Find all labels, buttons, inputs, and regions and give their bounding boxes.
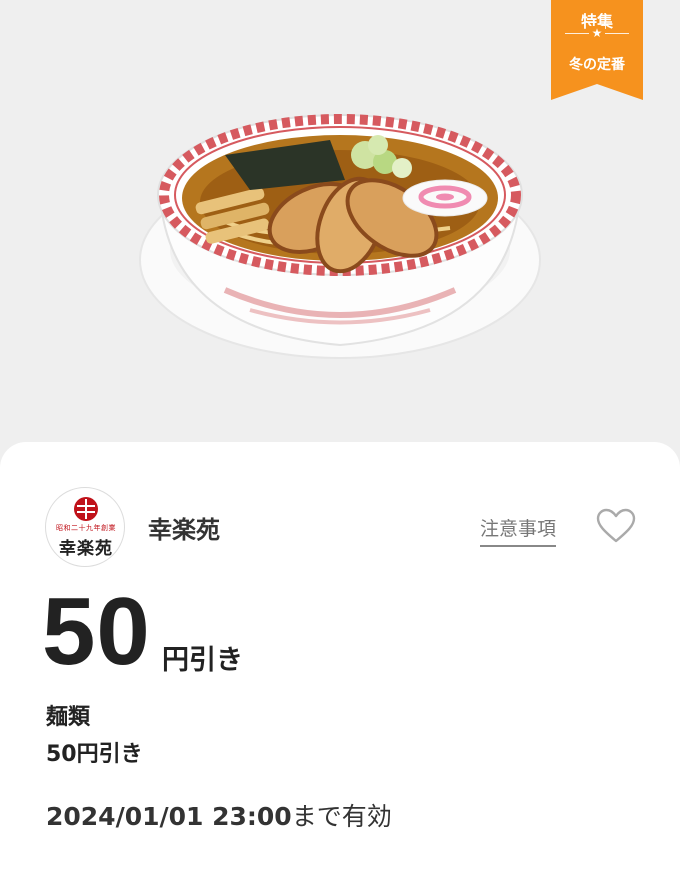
logo-wordmark: 幸楽苑 — [59, 539, 113, 559]
offer-description: 50円引き — [46, 742, 143, 767]
heart-icon[interactable] — [596, 508, 636, 544]
discount-unit: 円引き — [162, 645, 243, 676]
shop-emblem-icon — [74, 497, 98, 521]
badge-star-icon: ★ — [588, 26, 606, 40]
ramen-bowl-image — [139, 114, 541, 359]
discount-amount: 50 — [42, 578, 151, 685]
shop-name[interactable]: 幸楽苑 — [148, 510, 220, 545]
menu-category: 麺類 — [46, 705, 91, 730]
logo-subtitle: 昭和二十九年創業 — [56, 524, 116, 532]
featured-badge: 特集 ★ 冬の定番 — [551, 0, 643, 100]
expiry-datetime: 2024/01/01 23:00 — [46, 802, 292, 831]
shop-logo[interactable]: 昭和二十九年創業 幸楽苑 — [45, 487, 125, 567]
notes-link[interactable]: 注意事項 — [480, 514, 557, 547]
expiry-suffix: まで有効 — [291, 802, 392, 831]
hero-image-area: 特集 ★ 冬の定番 — [0, 0, 680, 470]
expiry-text: 2024/01/01 23:00まで有効 — [46, 797, 392, 833]
badge-bottom-label: 冬の定番 — [569, 57, 625, 73]
